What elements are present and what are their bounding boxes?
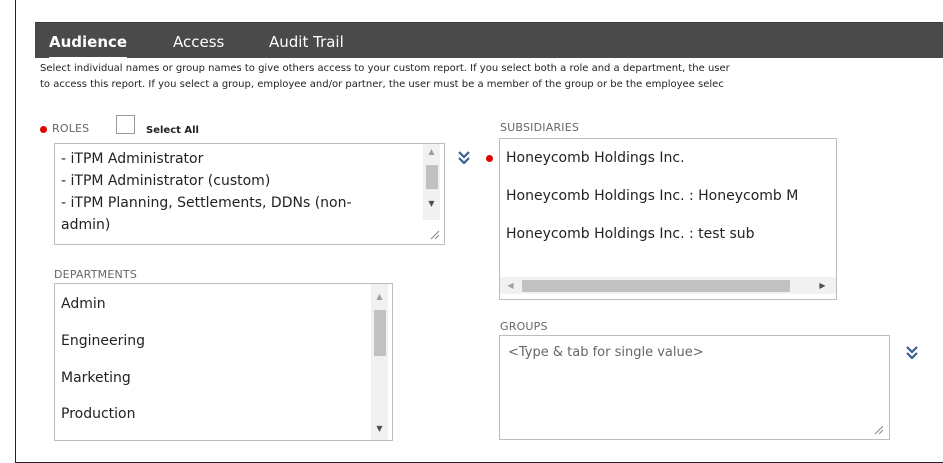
help-text: Select individual names or group names t…: [40, 61, 943, 93]
departments-scrollbar[interactable]: ▲ ▼: [371, 284, 388, 440]
departments-label: DEPARTMENTS: [54, 268, 138, 281]
tab-access[interactable]: Access: [173, 33, 224, 51]
departments-item[interactable]: Engineering: [61, 333, 145, 349]
help-line-2: to access this report. If you select a g…: [40, 79, 724, 90]
scroll-down-arrow-icon[interactable]: ▼: [371, 424, 388, 434]
departments-listbox[interactable]: Admin Engineering Marketing Production ▲…: [54, 283, 393, 441]
scroll-up-arrow-icon[interactable]: ▲: [423, 147, 440, 157]
tab-bar: Audience Access Audit Trail: [35, 22, 943, 59]
roles-item[interactable]: admin): [61, 217, 110, 233]
roles-item[interactable]: - iTPM Administrator: [61, 151, 203, 167]
subsidiaries-listbox[interactable]: Honeycomb Holdings Inc. Honeycomb Holdin…: [499, 138, 837, 300]
select-all-checkbox[interactable]: [116, 115, 135, 134]
help-line-1: Select individual names or group names t…: [40, 63, 730, 74]
required-indicator: [486, 155, 493, 162]
groups-label: GROUPS: [500, 320, 548, 333]
groups-input[interactable]: <Type & tab for single value>: [499, 335, 890, 440]
scroll-right-arrow-icon[interactable]: ▶: [814, 281, 831, 291]
roles-item[interactable]: - iTPM Planning, Settlements, DDNs (non-: [61, 195, 352, 211]
subsidiaries-label: SUBSIDIARIES: [500, 121, 580, 134]
resize-grip-icon[interactable]: [873, 424, 884, 435]
tab-audience[interactable]: Audience: [49, 33, 128, 59]
scroll-down-arrow-icon[interactable]: ▼: [423, 199, 440, 209]
tab-audit-trail[interactable]: Audit Trail: [269, 33, 344, 51]
subsidiaries-item[interactable]: Honeycomb Holdings Inc. : Honeycomb M: [506, 188, 798, 204]
roles-item[interactable]: - iTPM Administrator (custom): [61, 173, 270, 189]
roles-scrollbar[interactable]: ▲ ▼: [423, 144, 440, 220]
departments-item[interactable]: Marketing: [61, 370, 131, 386]
scroll-up-arrow-icon[interactable]: ▲: [371, 292, 388, 302]
scrollbar-thumb[interactable]: [374, 310, 386, 356]
subsidiaries-hscrollbar[interactable]: ◀ ▶: [500, 277, 836, 294]
double-chevron-down-icon[interactable]: [458, 151, 470, 165]
double-chevron-down-icon[interactable]: [906, 346, 918, 360]
required-indicator: [40, 126, 47, 133]
departments-item[interactable]: Admin: [61, 296, 106, 312]
select-all-label: Select All: [146, 125, 199, 136]
subsidiaries-item[interactable]: Honeycomb Holdings Inc. : test sub: [506, 226, 755, 242]
scrollbar-thumb[interactable]: [426, 165, 438, 189]
resize-grip-icon[interactable]: [429, 229, 440, 240]
roles-label: ROLES: [52, 122, 90, 135]
roles-listbox[interactable]: - iTPM Administrator - iTPM Administrato…: [54, 143, 445, 245]
groups-placeholder: <Type & tab for single value>: [508, 345, 704, 360]
scroll-left-arrow-icon[interactable]: ◀: [502, 281, 519, 291]
departments-item[interactable]: Production: [61, 406, 135, 422]
scrollbar-thumb[interactable]: [522, 280, 790, 292]
subsidiaries-item[interactable]: Honeycomb Holdings Inc.: [506, 150, 685, 166]
